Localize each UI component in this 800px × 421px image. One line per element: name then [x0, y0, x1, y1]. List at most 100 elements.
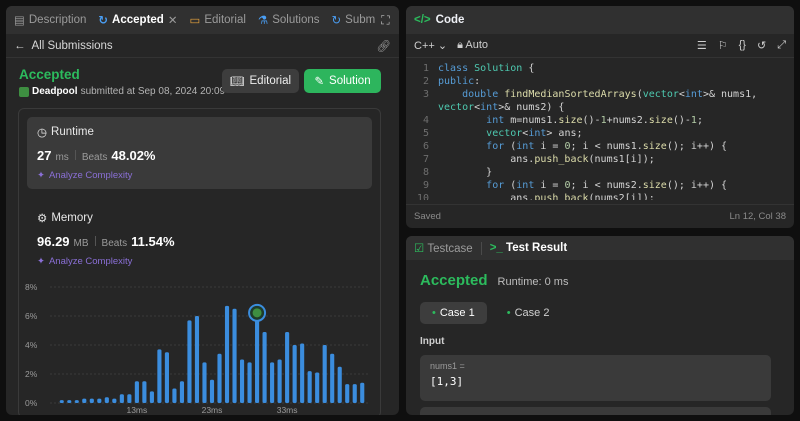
all-submissions-link[interactable]: All Submissions [32, 40, 113, 52]
chart-bar [74, 400, 79, 403]
memory-unit: MB [73, 238, 89, 249]
pass-dot-icon: • [432, 307, 436, 319]
divider [74, 150, 76, 160]
solution-button[interactable]: ✎ Solution [304, 69, 381, 93]
input-value: [1,3] [430, 375, 464, 388]
code-line[interactable]: 5 vector<int> ans; [406, 127, 794, 140]
code-line[interactable]: 1 class Solution { [406, 62, 794, 75]
runtime-card[interactable]: ◷ Runtime 27 ms Beats 48.02% ✦ Analyze C… [27, 117, 372, 189]
code-header: </> Code [406, 6, 794, 34]
close-icon[interactable]: ✕ [168, 13, 178, 27]
lock-icon: 🔒︎ [457, 39, 463, 51]
y-tick-label: 4% [25, 340, 38, 350]
chart-bar [322, 345, 327, 403]
line-number: 6 [422, 141, 429, 152]
code-text: public: [438, 76, 481, 87]
tab-accepted[interactable]: ↻ Accepted ✕ [98, 13, 177, 27]
tab-test-result[interactable]: >_ Test Result [490, 242, 567, 254]
editorial-button[interactable]: 📖︎ Editorial [222, 69, 299, 93]
bookmark-icon[interactable]: ⚐ [718, 39, 728, 52]
chart-bar [187, 320, 192, 403]
code-text: ans.push_back(nums1[i]); [438, 154, 655, 165]
line-number: 1 [422, 63, 429, 74]
history-icon: ↻ [331, 15, 342, 27]
tab-editorial[interactable]: ▭ Editorial [189, 13, 245, 27]
chart-bar [345, 384, 350, 403]
line-number: 3 [422, 89, 429, 100]
chart-bar [352, 384, 357, 403]
back-arrow-icon[interactable]: ← [14, 40, 26, 52]
result-panel: ☑ Testcase >_ Test Result Accepted Runti… [406, 236, 794, 415]
code-line[interactable]: 9 for (int i = 0; i < nums2.size(); i++)… [406, 179, 794, 192]
chart-bar [330, 353, 335, 403]
chart-bar [239, 359, 245, 403]
format-icon[interactable]: ☰ [697, 39, 707, 52]
auto-mode[interactable]: 🔒︎ Auto [457, 39, 488, 52]
code-line[interactable]: 8 } [406, 166, 794, 179]
tab-testcase[interactable]: ☑ Testcase [414, 241, 473, 255]
line-number: 9 [422, 180, 429, 191]
terminal-icon: >_ [489, 242, 503, 254]
code-text: for (int i = 0; i < nums2.size(); i++) { [486, 180, 728, 191]
divider [94, 236, 96, 246]
case-1-tab[interactable]: • Case 1 [420, 302, 487, 324]
saved-status: Saved [414, 211, 441, 222]
chart-bar [194, 316, 200, 403]
line-number: 10 [416, 193, 429, 200]
code-text: for (int i = 0; i < nums1.size(); i++) { [486, 141, 728, 152]
code-line[interactable]: 3 double findMedianSortedArrays(vector<i… [406, 88, 794, 101]
link-icon[interactable]: 🔗︎ [376, 39, 391, 53]
language-select[interactable]: C++ ⌄ [414, 39, 447, 52]
memory-title: Memory [51, 212, 93, 224]
memory-beats-label: Beats [101, 238, 128, 249]
chart-bar [67, 400, 72, 403]
memory-value: 96.29 [37, 234, 70, 249]
submitter-line: Deadpool submitted at Sep 08, 2024 20:09 [19, 86, 225, 97]
runtime-unit: ms [55, 152, 69, 163]
braces-icon[interactable]: {} [739, 39, 746, 52]
pass-dot-icon: • [506, 307, 511, 319]
code-line[interactable]: 6 for (int i = 0; i < nums1.size(); i++)… [406, 140, 794, 153]
chart-bar [82, 398, 87, 403]
chart-bar [209, 379, 215, 403]
reset-icon[interactable]: ↺ [757, 39, 766, 52]
analyze-complexity-runtime[interactable]: ✦ Analyze Complexity [37, 170, 362, 181]
code-editor[interactable]: 1 class Solution {2 public: 3 double findMe… [406, 62, 794, 200]
code-line[interactable]: 10 ans.push_back(nums2[i]); [406, 192, 794, 200]
memory-beats-value: 11.54% [131, 234, 175, 249]
expand-icon[interactable]: ⛶ [381, 13, 389, 28]
sparkle-icon: ✦ [37, 256, 45, 267]
chart-bar [262, 331, 267, 403]
code-line[interactable]: 7 ans.push_back(nums1[i]); [406, 153, 794, 166]
flask-icon: ⚗ [257, 15, 269, 27]
code-line[interactable]: 4 int m=nums1.size()-1+nums2.size()-1; [406, 114, 794, 127]
tab-description[interactable]: ▤ Description [14, 13, 86, 27]
sparkle-icon: ✦ [37, 170, 45, 181]
chart-bar [232, 308, 237, 403]
cursor-position: Ln 12, Col 38 [729, 211, 786, 222]
x-tick-label: 33ms [277, 405, 298, 415]
username[interactable]: Deadpool [32, 86, 78, 97]
line-number: 5 [422, 128, 429, 139]
code-line[interactable]: vector<int>& nums2) { [406, 101, 794, 114]
code-line[interactable]: 2 public: [406, 75, 794, 88]
fullscreen-icon[interactable]: ⤢ [777, 39, 786, 52]
chart-bar [142, 381, 147, 403]
submission-status: Accepted Deadpool submitted at Sep 08, 2… [19, 67, 225, 97]
line-number: 8 [422, 167, 429, 178]
input-name: nums1 = [430, 361, 465, 371]
line-number: 4 [422, 115, 429, 126]
tab-solutions[interactable]: ⚗ Solutions [258, 13, 320, 27]
code-text: } [438, 167, 493, 178]
tab-divider [480, 241, 482, 255]
case-2-tab[interactable]: • Case 2 [495, 302, 562, 324]
code-text: vector<int> ans; [486, 128, 583, 139]
clock-icon: ◷ [37, 127, 48, 139]
code-text: vector<int>& nums2) { [438, 102, 565, 113]
analyze-complexity-memory[interactable]: ✦ Analyze Complexity [37, 256, 362, 267]
chart-bar [134, 381, 139, 403]
tab-submissions[interactable]: ↻ Subm [332, 13, 376, 27]
memory-card[interactable]: ⚙ Memory 96.29 MB Beats 11.54% ✦ Analyze… [27, 203, 372, 275]
line-number: 7 [422, 154, 429, 165]
book-icon: 📖︎ [229, 76, 245, 88]
